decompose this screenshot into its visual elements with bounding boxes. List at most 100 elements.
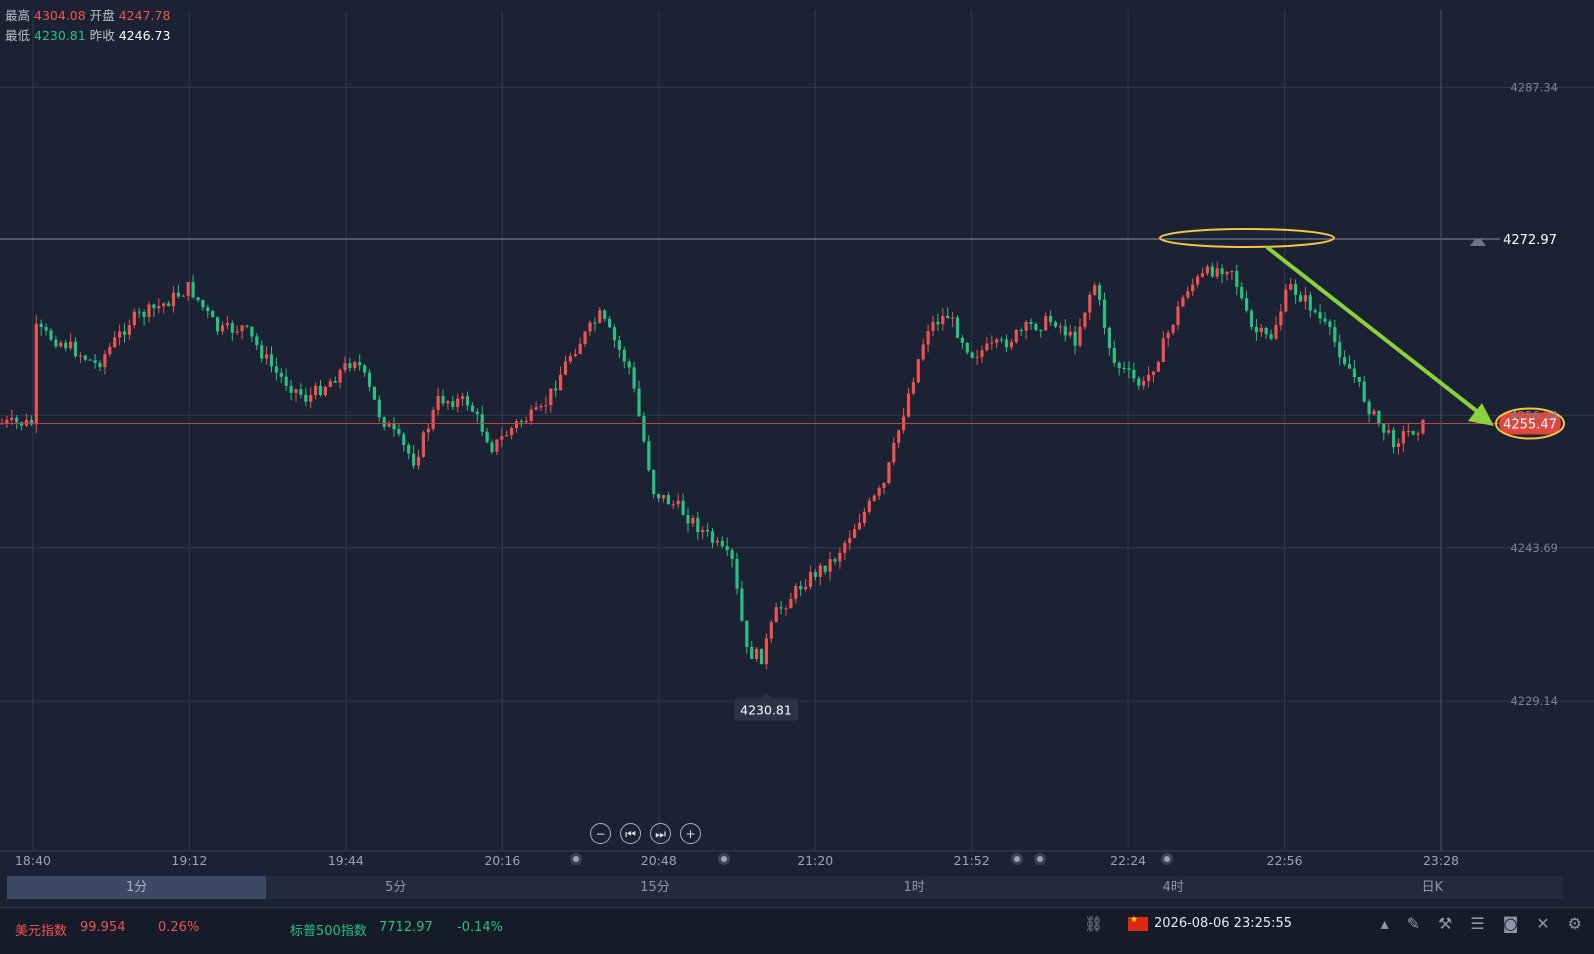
top-annotation-ellipse <box>1159 228 1335 248</box>
candle-body <box>1235 271 1239 288</box>
candle-body <box>1294 283 1298 296</box>
candle-body <box>265 354 269 359</box>
low-marker-pointer <box>760 692 772 699</box>
candle-body <box>343 363 347 371</box>
candle-body <box>534 407 538 410</box>
menu-icon[interactable]: ☰ <box>1470 914 1484 933</box>
candle-body <box>1176 306 1180 325</box>
candle-body <box>755 648 759 659</box>
candle-body <box>402 434 406 446</box>
zoom-out-button[interactable]: − <box>590 823 611 844</box>
candle-body <box>1240 287 1244 299</box>
candle-body <box>1053 322 1058 327</box>
candle-body <box>524 421 528 423</box>
candle-body <box>867 500 871 512</box>
tab-daily[interactable]: 日K <box>1303 876 1562 899</box>
candle-body <box>1107 327 1111 348</box>
candle-body <box>333 381 337 383</box>
caret-up-icon[interactable]: ▴ <box>1381 914 1389 933</box>
camera-icon[interactable]: ◙ <box>1503 914 1519 933</box>
price-line-label: 4272.97 <box>1503 233 1557 248</box>
y-tick-label: 4229.14 <box>1510 694 1558 708</box>
candle-body <box>990 342 994 344</box>
candle-body <box>1308 295 1312 311</box>
candle-body <box>818 565 822 577</box>
candle-body <box>750 646 754 659</box>
bell-icon[interactable] <box>1470 239 1486 246</box>
candle-body <box>823 565 827 572</box>
candle-body <box>642 416 646 442</box>
candle-body <box>838 552 842 562</box>
candle-body <box>1156 362 1160 372</box>
candle-body <box>1313 310 1317 313</box>
candle-body <box>1352 368 1356 378</box>
ticker-1-name[interactable]: 美元指数 <box>15 920 67 939</box>
candle-body <box>598 310 602 323</box>
candle-body <box>186 282 190 296</box>
candle-body <box>353 362 357 368</box>
candle-body <box>519 421 523 423</box>
candle-body <box>804 586 808 590</box>
candle-body <box>1338 342 1342 358</box>
candle-body <box>882 482 886 488</box>
candle-body <box>132 311 136 326</box>
link-icon[interactable]: ⛓ <box>1084 915 1103 933</box>
candle-body <box>1137 378 1141 386</box>
candle-body <box>862 511 866 523</box>
candle-body <box>480 414 484 432</box>
candle-body <box>960 337 964 343</box>
x-tick-label: 18:40 <box>15 853 51 868</box>
tab-4hour[interactable]: 4时 <box>1044 876 1303 899</box>
tab-1min[interactable]: 1分 <box>7 876 267 899</box>
settings-icon[interactable]: ⚙ <box>1568 914 1582 933</box>
candle-body <box>985 343 989 351</box>
candle-body <box>563 361 568 375</box>
tab-1hour[interactable]: 1时 <box>785 876 1044 899</box>
ticker-2-value: 7712.97 <box>379 920 433 935</box>
jump-start-button[interactable]: ⏮ <box>620 823 641 844</box>
prev-close-label: 昨收 <box>89 28 115 43</box>
ohlc-panel: 最高 4304.08 开盘 4247.78 最低 4230.81 昨收 4246.73 <box>5 6 174 46</box>
candle-body <box>49 330 53 340</box>
mute-icon[interactable]: ✕ <box>1536 914 1549 933</box>
candle-body <box>211 311 215 318</box>
candle-body <box>157 306 161 309</box>
candle-body <box>1318 312 1322 319</box>
candle-body <box>191 282 195 298</box>
candle-body <box>1343 357 1347 365</box>
zoom-in-button[interactable]: + <box>680 823 701 844</box>
candle-body <box>1421 419 1425 434</box>
candle-body <box>936 321 940 325</box>
candle-body <box>1411 430 1415 435</box>
candle-body <box>1205 266 1209 274</box>
candle-body <box>255 336 259 346</box>
datetime-display: 2026-08-06 23:25:55 <box>1128 915 1292 931</box>
candle-body <box>593 322 597 324</box>
low-label: 最低 <box>5 28 31 43</box>
candle-body <box>108 346 112 355</box>
candle-body <box>1166 332 1170 339</box>
x-tick-label: 21:20 <box>797 853 833 868</box>
candle-body <box>59 342 63 347</box>
candle-body <box>1264 327 1268 335</box>
tab-5min[interactable]: 5分 <box>266 876 525 899</box>
candle-body <box>622 349 626 362</box>
candle-body <box>495 439 499 452</box>
candle-body <box>73 341 78 357</box>
tools-icon[interactable]: ⚒ <box>1438 914 1452 933</box>
candle-body <box>1024 321 1028 331</box>
candle-body <box>1254 326 1258 333</box>
price-chart[interactable]: 4287.344256.244243.694229.1418:40 19:12 19… <box>0 0 1594 900</box>
candle-body <box>583 331 587 344</box>
draw-icon[interactable]: ✎ <box>1407 914 1420 933</box>
tab-15min[interactable]: 15分 <box>525 876 784 899</box>
ticker-2-name[interactable]: 标普500指数 <box>290 920 367 939</box>
jump-end-button[interactable]: ⏭ <box>650 823 671 844</box>
candle-body <box>554 388 558 391</box>
candle-body <box>1298 295 1303 302</box>
candle-body <box>1063 326 1067 336</box>
candle-body <box>637 388 641 417</box>
candle-body <box>1382 423 1386 433</box>
candle-body <box>774 607 778 623</box>
candle-body <box>1088 294 1092 313</box>
